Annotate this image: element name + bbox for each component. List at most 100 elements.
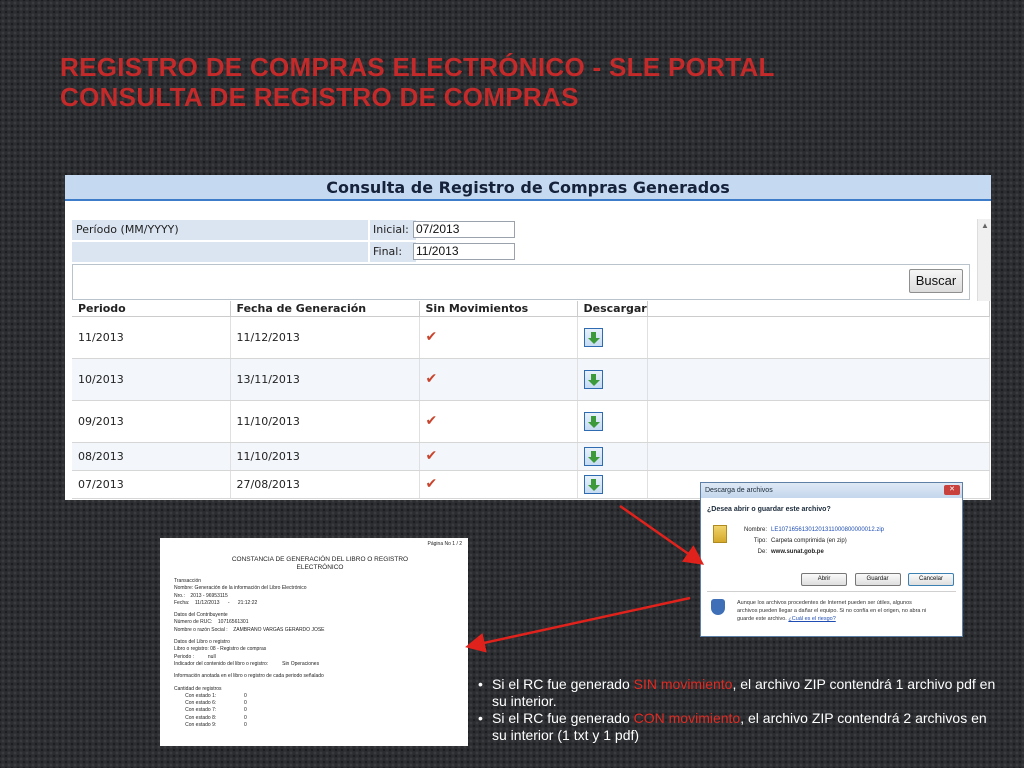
arrow-to-pdf	[465, 596, 691, 653]
dialog-question: ¿Desea abrir o guardar este archivo?	[707, 506, 831, 513]
bullet-sin-movimiento: Si el RC fue generado SIN movimiento, el…	[478, 676, 998, 710]
search-button[interactable]: Buscar	[909, 269, 963, 293]
download-icon[interactable]	[583, 369, 603, 389]
cell-fecha: 11/10/2013	[230, 442, 420, 471]
cell-sin-movimientos: ✔	[419, 316, 578, 359]
cancel-button[interactable]: Cancelar	[908, 573, 954, 586]
download-dialog: Descarga de archivos ✕ ¿Desea abrir o gu…	[700, 482, 963, 637]
initial-label: Inicial:	[370, 220, 416, 240]
cell-periodo: 11/2013	[72, 316, 231, 359]
cell-periodo: 07/2013	[72, 470, 231, 499]
cell-periodo: 09/2013	[72, 400, 231, 443]
pdf-line: Nombre o razón Social : ZAMBRANO VARGAS …	[174, 626, 325, 633]
check-icon: ✔	[425, 413, 438, 429]
pdf-line: Cantidad de registros	[174, 685, 222, 692]
divider	[707, 591, 956, 592]
slide-title-line1: REGISTRO DE COMPRAS ELECTRÓNICO - SLE PO…	[60, 52, 775, 82]
final-label: Final:	[370, 242, 416, 262]
cell-descargar	[577, 400, 648, 443]
explanation-bullets: Si el RC fue generado SIN movimiento, el…	[478, 676, 998, 744]
pdf-line: Datos del Libro o registro	[174, 639, 230, 646]
file-name[interactable]: LE10716561301201311000800000012.zip	[771, 527, 884, 533]
scroll-up-icon[interactable]: ▲	[978, 219, 991, 233]
save-button[interactable]: Guardar	[854, 573, 901, 586]
download-icon[interactable]	[583, 327, 603, 347]
cell-descargar	[577, 442, 648, 471]
check-icon: ✔	[425, 476, 438, 492]
cell-periodo: 08/2013	[72, 442, 231, 471]
download-icon[interactable]	[583, 411, 603, 431]
table-row: 08/2013 11/10/2013 ✔	[72, 442, 991, 471]
pdf-line: Indicador del contenido del libro o regi…	[174, 660, 320, 667]
consulta-panel: Consulta de Registro de Compras Generado…	[65, 175, 991, 500]
risk-link[interactable]: ¿Cuál es el riesgo?	[788, 616, 835, 622]
cell-descargar	[577, 316, 648, 359]
table-row: 09/2013 11/10/2013 ✔	[72, 400, 991, 443]
pdf-line: Con estado 1: 0	[174, 692, 247, 699]
pdf-title-line2: ELECTRÓNICO	[296, 564, 344, 571]
period-label: Período (MM/YYYY)	[72, 220, 368, 240]
check-icon: ✔	[425, 371, 438, 387]
results-table: Periodo Fecha de Generación Sin Movimien…	[72, 301, 991, 499]
cell-fecha: 27/08/2013	[230, 470, 420, 499]
open-button[interactable]: Abrir	[801, 573, 848, 586]
final-period-input[interactable]: 11/2013	[413, 243, 515, 260]
pdf-line: Información anotada en el libro o regist…	[174, 673, 324, 680]
file-source: www.sunat.gob.pe	[771, 549, 824, 555]
cell-fecha: 11/10/2013	[230, 400, 420, 443]
cell-descargar	[577, 358, 648, 401]
pdf-title: CONSTANCIA DE GENERACIÓN DEL LIBRO O REG…	[220, 556, 420, 572]
zip-folder-icon	[713, 525, 727, 543]
from-label: De:	[757, 549, 767, 555]
pdf-line: Con estado 8: 0	[174, 714, 247, 721]
table-row: 10/2013 13/11/2013 ✔	[72, 358, 991, 401]
table-header-row: Periodo Fecha de Generación Sin Movimien…	[72, 301, 991, 317]
initial-period-input[interactable]: 07/2013	[413, 221, 515, 238]
cell-descargar	[577, 470, 648, 499]
cell-sin-movimientos: ✔	[419, 400, 578, 443]
pdf-line: Libro o registro: 08 - Registro de compr…	[174, 646, 267, 653]
pdf-line: Transacción	[174, 578, 202, 584]
dialog-titlebar: Descarga de archivos ✕	[701, 483, 962, 498]
file-info: Nombre: LE10716561301201311000800000012.z…	[737, 525, 884, 558]
cell-fecha: 13/11/2013	[230, 358, 420, 401]
panel-heading: Consulta de Registro de Compras Generado…	[65, 175, 991, 201]
col-fecha: Fecha de Generación	[230, 301, 420, 317]
pdf-body: Transacción Nombre: Generación de la inf…	[174, 578, 325, 729]
highlight-con: CON movimiento	[633, 710, 741, 726]
pdf-line: Nombre: Generación de la información del…	[174, 585, 307, 592]
col-empty	[647, 301, 991, 317]
bullet-con-movimiento: Si el RC fue generado CON movimiento, el…	[478, 710, 998, 744]
cell-sin-movimientos: ✔	[419, 470, 578, 499]
pdf-line: Periodo : null	[174, 653, 216, 660]
download-icon[interactable]	[583, 446, 603, 466]
pdf-line: Nro.: 2013 - 96953115	[174, 592, 228, 599]
cell-fecha: 11/12/2013	[230, 316, 420, 359]
pdf-constancia: Página No 1 / 2 CONSTANCIA DE GENERACIÓN…	[160, 538, 468, 746]
cell-sin-movimientos: ✔	[419, 442, 578, 471]
dialog-buttons: Abrir Guardar Cancelar	[798, 567, 954, 586]
pdf-line: Con estado 6: 0	[174, 700, 247, 707]
table-row: 11/2013 11/12/2013 ✔	[72, 316, 991, 359]
scrollbar[interactable]: ▲	[977, 219, 991, 301]
pdf-line: Con estado 9: 0	[174, 722, 247, 729]
check-icon: ✔	[425, 329, 438, 345]
pdf-line: Número de RUC: 10716561301	[174, 619, 249, 626]
cell-periodo: 10/2013	[72, 358, 231, 401]
search-bar: Buscar	[72, 264, 970, 300]
col-sin-movimientos: Sin Movimientos	[419, 301, 578, 317]
slide-title: REGISTRO DE COMPRAS ELECTRÓNICO - SLE PO…	[60, 52, 775, 112]
col-descargar: Descargar	[577, 301, 648, 317]
cell-sin-movimientos: ✔	[419, 358, 578, 401]
close-icon[interactable]: ✕	[944, 485, 960, 495]
file-type: Carpeta comprimida (en zip)	[771, 538, 847, 544]
period-label-spacer	[72, 242, 368, 262]
pdf-title-line1: CONSTANCIA DE GENERACIÓN DEL LIBRO O REG…	[231, 556, 409, 563]
page-number: Página No 1 / 2	[427, 541, 462, 547]
download-icon[interactable]	[583, 474, 603, 494]
pdf-line: Datos del Contribuyente	[174, 612, 228, 619]
type-label: Tipo:	[753, 538, 767, 544]
arrow-to-dialog	[619, 504, 705, 565]
highlight-sin: SIN movimiento	[633, 676, 733, 692]
pdf-line: Fecha: 11/12/2013 - 21:12:22	[174, 599, 258, 606]
